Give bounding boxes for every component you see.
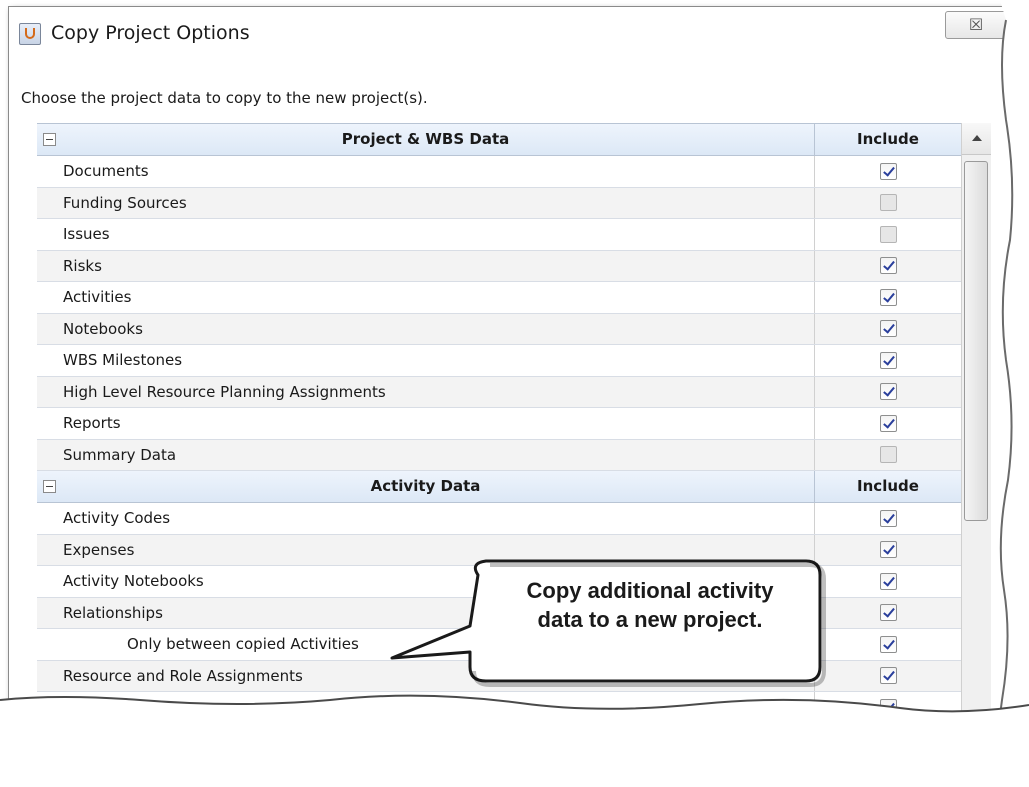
torn-edge-overlay [0,0,1029,787]
